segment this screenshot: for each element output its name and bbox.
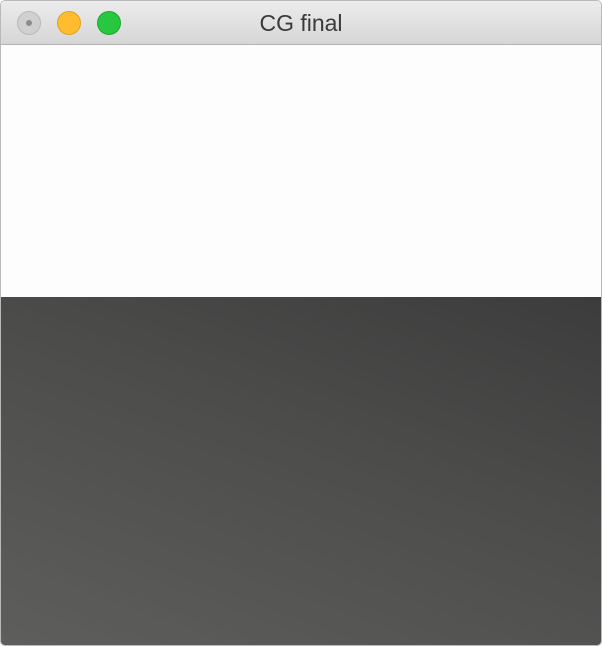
window-title: CG final <box>259 10 343 36</box>
render-canvas-lower[interactable] <box>1 297 601 645</box>
title-bar[interactable]: CG final <box>1 1 601 45</box>
render-canvas-upper[interactable] <box>1 45 601 297</box>
app-window: CG final <box>0 0 602 646</box>
